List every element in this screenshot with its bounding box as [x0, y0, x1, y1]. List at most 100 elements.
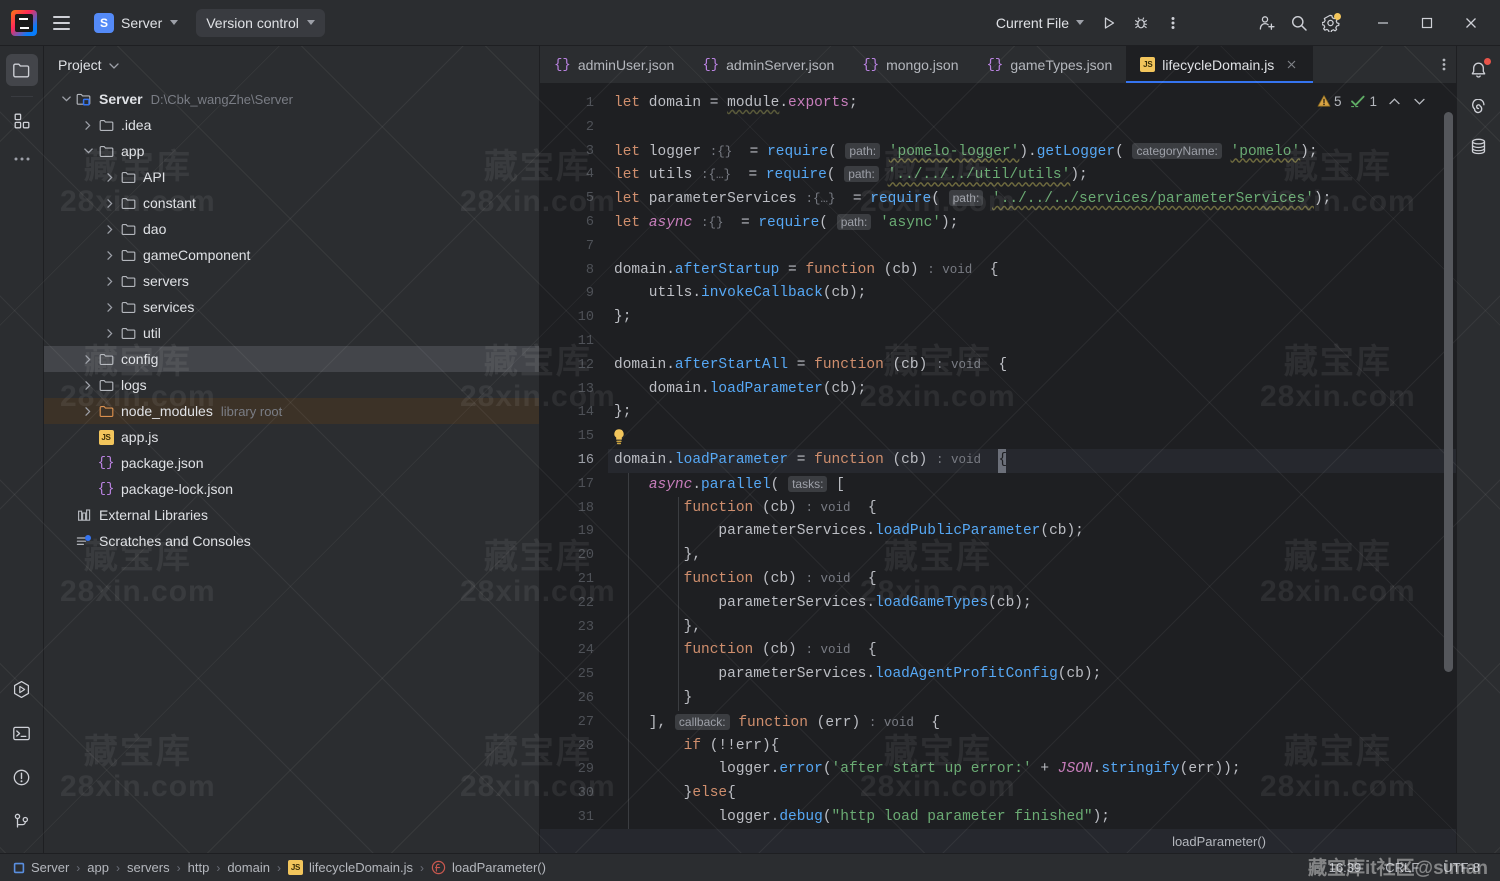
- main-menu-button[interactable]: [46, 8, 76, 38]
- code-line-7[interactable]: [608, 235, 1456, 259]
- code-line-22[interactable]: parameterServices.loadGameTypes(cb);: [608, 592, 1456, 616]
- tree-node-services[interactable]: services: [44, 294, 539, 320]
- tree-node-dao[interactable]: dao: [44, 216, 539, 242]
- editor-gutter[interactable]: 1234567891011121314151617181920212223242…: [540, 84, 608, 829]
- tree-node-util[interactable]: util: [44, 320, 539, 346]
- breadcrumb-item-loadparameter-[interactable]: loadParameter(): [426, 858, 551, 877]
- gutter-line-24[interactable]: 24: [540, 639, 608, 663]
- gutter-line-29[interactable]: 29: [540, 758, 608, 782]
- tree-node-node-modules[interactable]: node_moduleslibrary root: [44, 398, 539, 424]
- sidebar-item-database[interactable]: [1463, 130, 1495, 162]
- code-editor[interactable]: 1234567891011121314151617181920212223242…: [540, 84, 1456, 829]
- gutter-line-17[interactable]: 17: [540, 473, 608, 497]
- next-problem-button[interactable]: [1408, 90, 1430, 112]
- editor-tab-gametypes-json[interactable]: {}gameTypes.json: [973, 46, 1127, 83]
- tree-node-app-js[interactable]: JSapp.js: [44, 424, 539, 450]
- sidebar-item-run[interactable]: [6, 673, 38, 705]
- code-line-24[interactable]: function (cb) : void {: [608, 639, 1456, 663]
- editor-tab-list-button[interactable]: [1432, 46, 1456, 83]
- gutter-line-16[interactable]: 16: [540, 449, 608, 473]
- tree-node-config[interactable]: config: [44, 346, 539, 372]
- close-window-button[interactable]: [1450, 7, 1492, 39]
- code-line-5[interactable]: let parameterServices :{…} = require( pa…: [608, 187, 1456, 211]
- project-panel-title[interactable]: Project: [58, 57, 102, 73]
- code-line-3[interactable]: let logger :{} = require( path: 'pomelo-…: [608, 140, 1456, 164]
- gutter-line-23[interactable]: 23: [540, 616, 608, 640]
- close-tab-icon[interactable]: [1284, 57, 1299, 72]
- gutter-line-30[interactable]: 30: [540, 782, 608, 806]
- inspection-ok-indicator[interactable]: 1: [1347, 92, 1380, 111]
- code-line-9[interactable]: utils.invokeCallback(cb);: [608, 282, 1456, 306]
- code-line-8[interactable]: domain.afterStartup = function (cb) : vo…: [608, 259, 1456, 283]
- gutter-line-12[interactable]: 12: [540, 354, 608, 378]
- gutter-line-21[interactable]: 21: [540, 568, 608, 592]
- tree-expand-toggle[interactable]: [58, 86, 74, 112]
- tree-node-server[interactable]: ServerD:\Cbk_wangZhe\Server: [44, 86, 539, 112]
- warning-count-indicator[interactable]: 5: [1314, 92, 1345, 111]
- sidebar-item-problems[interactable]: [6, 761, 38, 793]
- sidebar-item-ai-assistant[interactable]: [1463, 92, 1495, 124]
- breadcrumb[interactable]: Server›app›servers›http›domain›JSlifecyc…: [8, 858, 551, 877]
- editor-tab-mongo-json[interactable]: {}mongo.json: [848, 46, 972, 83]
- tree-expand-toggle[interactable]: [102, 242, 118, 268]
- project-selector[interactable]: S Server: [86, 9, 186, 37]
- code-line-10[interactable]: };: [608, 306, 1456, 330]
- tree-expand-toggle[interactable]: [80, 346, 96, 372]
- breadcrumb-item-lifecycledomain-js[interactable]: JSlifecycleDomain.js: [283, 858, 418, 877]
- code-line-11[interactable]: [608, 330, 1456, 354]
- tree-node--idea[interactable]: .idea: [44, 112, 539, 138]
- tree-node-scratches-and-consoles[interactable]: Scratches and Consoles: [44, 528, 539, 554]
- tree-expand-toggle[interactable]: [80, 112, 96, 138]
- search-everywhere-button[interactable]: [1284, 8, 1314, 38]
- editor-tab-adminuser-json[interactable]: {}adminUser.json: [540, 46, 688, 83]
- sidebar-item-version-control[interactable]: [6, 805, 38, 837]
- code-line-17[interactable]: async.parallel( tasks: [: [608, 473, 1456, 497]
- gutter-line-27[interactable]: 27: [540, 711, 608, 735]
- gutter-line-28[interactable]: 28: [540, 735, 608, 759]
- tree-expand-toggle[interactable]: [102, 294, 118, 320]
- gutter-line-31[interactable]: 31: [540, 806, 608, 829]
- gutter-line-2[interactable]: 2: [540, 116, 608, 140]
- tree-node-package-json[interactable]: {}package.json: [44, 450, 539, 476]
- gutter-line-6[interactable]: 6: [540, 211, 608, 235]
- editor-code[interactable]: let domain = module.exports; let logger …: [608, 84, 1456, 829]
- code-line-30[interactable]: }else{: [608, 782, 1456, 806]
- gutter-line-11[interactable]: 11: [540, 330, 608, 354]
- tree-expand-toggle[interactable]: [102, 164, 118, 190]
- tree-node-servers[interactable]: servers: [44, 268, 539, 294]
- code-line-16[interactable]: domain.loadParameter = function (cb) : v…: [608, 449, 1456, 473]
- chevron-down-icon[interactable]: [109, 56, 119, 74]
- run-configuration-selector[interactable]: Current File: [988, 9, 1092, 37]
- share-project-button[interactable]: [1252, 8, 1282, 38]
- gutter-line-20[interactable]: 20: [540, 544, 608, 568]
- sidebar-item-more[interactable]: [6, 143, 38, 175]
- tree-node-package-lock-json[interactable]: {}package-lock.json: [44, 476, 539, 502]
- breadcrumb-item-servers[interactable]: servers: [122, 858, 175, 877]
- breadcrumb-item-domain[interactable]: domain: [222, 858, 275, 877]
- line-separator-widget[interactable]: CRLF: [1381, 858, 1423, 877]
- more-actions-button[interactable]: [1158, 8, 1188, 38]
- gutter-line-9[interactable]: 9: [540, 282, 608, 306]
- tree-expand-toggle[interactable]: [102, 190, 118, 216]
- project-tree[interactable]: ServerD:\Cbk_wangZhe\Server.ideaappAPIco…: [44, 84, 539, 853]
- gutter-line-3[interactable]: 3: [540, 140, 608, 164]
- gutter-line-4[interactable]: 4: [540, 163, 608, 187]
- editor-tab-adminserver-json[interactable]: {}adminServer.json: [688, 46, 848, 83]
- encoding-widget[interactable]: UTF-8: [1439, 858, 1484, 877]
- sidebar-item-notifications[interactable]: [1463, 54, 1495, 86]
- gutter-line-22[interactable]: 22: [540, 592, 608, 616]
- tree-expand-toggle[interactable]: [102, 320, 118, 346]
- code-line-15[interactable]: [608, 425, 1456, 449]
- gutter-line-1[interactable]: 1: [540, 92, 608, 116]
- tree-expand-toggle[interactable]: [80, 372, 96, 398]
- gutter-line-19[interactable]: 19: [540, 520, 608, 544]
- code-line-31[interactable]: logger.debug("http load parameter finish…: [608, 806, 1456, 829]
- settings-button[interactable]: [1316, 8, 1346, 38]
- editor-tab-lifecycledomain-js[interactable]: JSlifecycleDomain.js: [1126, 46, 1313, 83]
- version-control-widget[interactable]: Version control: [196, 9, 325, 37]
- code-line-21[interactable]: function (cb) : void {: [608, 568, 1456, 592]
- breadcrumb-item-http[interactable]: http: [183, 858, 215, 877]
- tree-expand-toggle[interactable]: [80, 138, 96, 164]
- sidebar-item-project[interactable]: [6, 54, 38, 86]
- editor-tab-bar[interactable]: {}adminUser.json{}adminServer.json{}mong…: [540, 46, 1456, 84]
